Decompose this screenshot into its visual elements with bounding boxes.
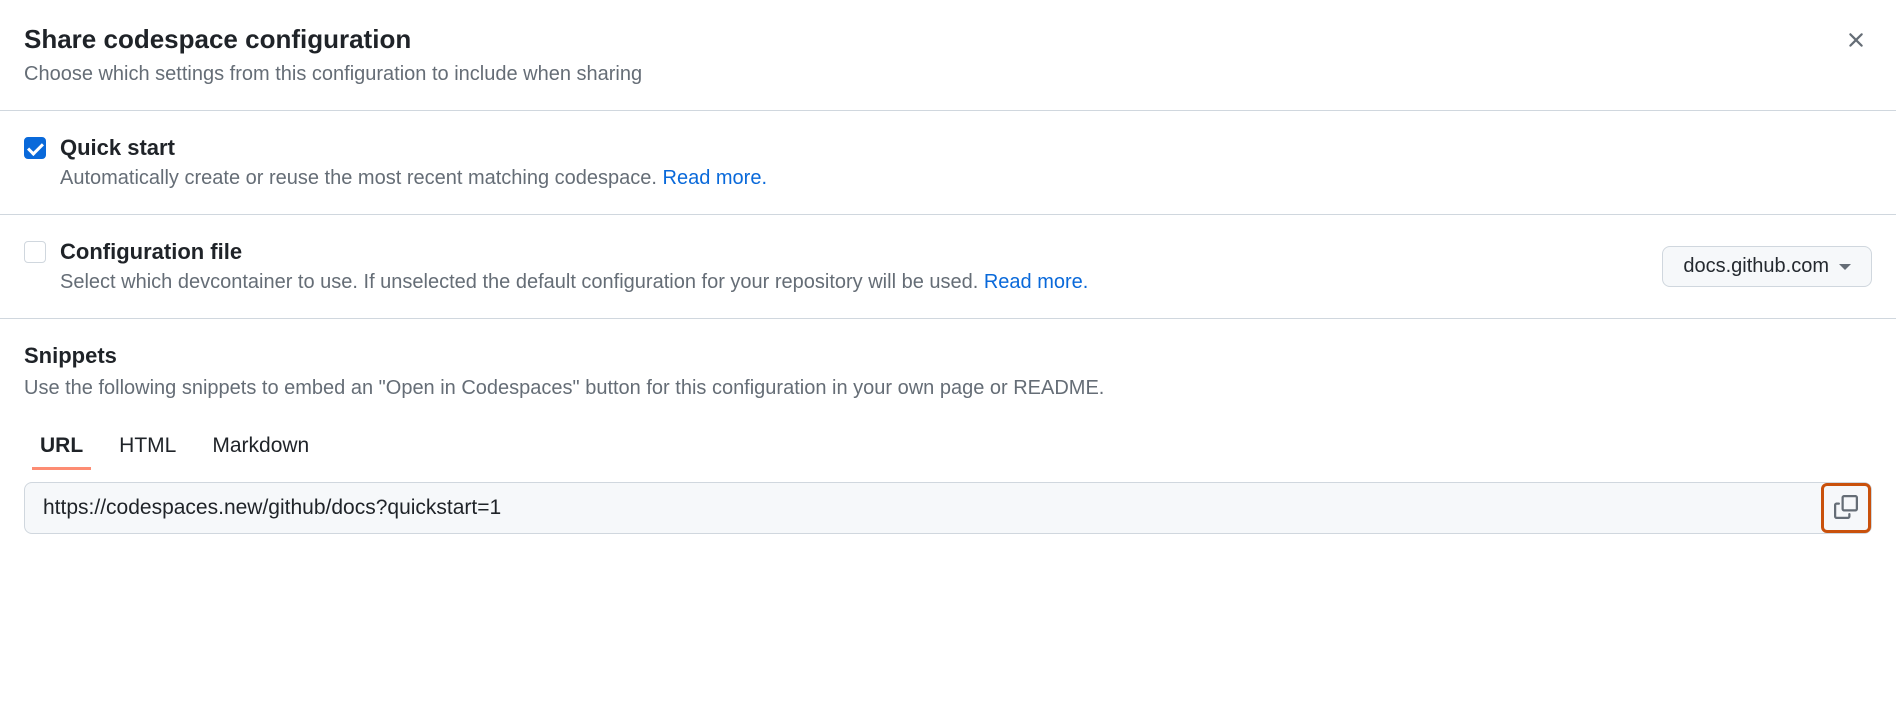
snippets-section: Snippets Use the following snippets to e… <box>0 319 1896 558</box>
copy-button[interactable] <box>1821 483 1871 533</box>
snippets-title: Snippets <box>24 343 1872 369</box>
quickstart-text: Quick start Automatically create or reus… <box>60 135 1872 190</box>
configfile-desc-text: Select which devcontainer to use. If uns… <box>60 271 984 293</box>
tab-markdown[interactable]: Markdown <box>212 424 309 468</box>
configfile-option-row: Configuration file Select which devconta… <box>0 215 1896 319</box>
quickstart-read-more-link[interactable]: Read more. <box>663 167 768 189</box>
copy-icon <box>1834 495 1858 522</box>
configfile-read-more-link[interactable]: Read more. <box>984 271 1089 293</box>
quickstart-option-row: Quick start Automatically create or reus… <box>0 111 1896 215</box>
dialog-subtitle: Choose which settings from this configur… <box>24 63 1840 86</box>
configfile-text: Configuration file Select which devconta… <box>60 239 1638 294</box>
tab-html[interactable]: HTML <box>119 424 176 468</box>
devcontainer-dropdown[interactable]: docs.github.com <box>1662 246 1872 287</box>
quickstart-option-left: Quick start Automatically create or reus… <box>24 135 1872 190</box>
snippets-tabs: URL HTML Markdown <box>24 424 1872 468</box>
configfile-checkbox[interactable] <box>24 241 46 263</box>
quickstart-desc-text: Automatically create or reuse the most r… <box>60 167 663 189</box>
dialog-header: Share codespace configuration Choose whi… <box>0 0 1896 111</box>
configfile-option-left: Configuration file Select which devconta… <box>24 239 1638 294</box>
tab-url[interactable]: URL <box>40 424 83 468</box>
dialog-title: Share codespace configuration <box>24 24 1840 55</box>
dialog-header-text: Share codespace configuration Choose whi… <box>24 24 1840 86</box>
snippet-box <box>24 482 1872 534</box>
close-icon <box>1844 28 1868 55</box>
quickstart-checkbox[interactable] <box>24 137 46 159</box>
snippets-description: Use the following snippets to embed an "… <box>24 377 1872 400</box>
quickstart-title: Quick start <box>60 135 1872 161</box>
quickstart-description: Automatically create or reuse the most r… <box>60 167 1872 190</box>
devcontainer-dropdown-value: docs.github.com <box>1683 255 1829 278</box>
configfile-title: Configuration file <box>60 239 1638 265</box>
share-codespace-dialog: Share codespace configuration Choose whi… <box>0 0 1896 558</box>
configfile-description: Select which devcontainer to use. If uns… <box>60 271 1638 294</box>
snippet-url-value[interactable] <box>25 484 1821 532</box>
close-button[interactable] <box>1840 24 1872 59</box>
caret-down-icon <box>1839 264 1851 270</box>
